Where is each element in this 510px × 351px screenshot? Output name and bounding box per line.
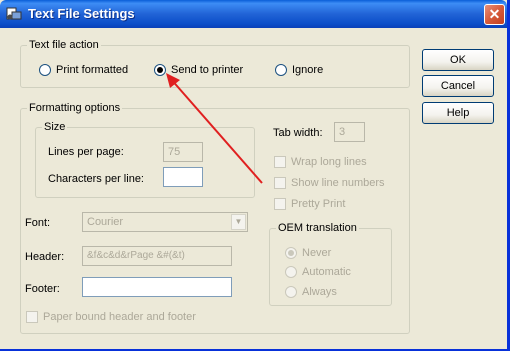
- chevron-down-icon[interactable]: ▼: [231, 214, 246, 230]
- oem-translation-legend: OEM translation: [276, 222, 359, 235]
- dialog-title: Text File Settings: [28, 6, 135, 21]
- radio-oem-automatic-label[interactable]: Automatic: [302, 266, 351, 279]
- wrap-long-lines-checkbox[interactable]: [274, 156, 286, 168]
- radio-print-formatted-label[interactable]: Print formatted: [56, 64, 128, 77]
- tab-width-label: Tab width:: [273, 127, 323, 139]
- header-label: Header:: [25, 251, 65, 263]
- radio-oem-always-label[interactable]: Always: [302, 286, 337, 299]
- pretty-print-checkbox[interactable]: [274, 198, 286, 210]
- paper-bound-label[interactable]: Paper bound header and footer: [43, 311, 196, 324]
- app-icon: [6, 7, 22, 20]
- chars-per-line-label: Characters per line:: [48, 173, 144, 185]
- font-label: Font:: [25, 217, 51, 229]
- ok-button[interactable]: OK: [422, 49, 494, 71]
- size-group: Size: [35, 121, 255, 198]
- cancel-button[interactable]: Cancel: [422, 75, 494, 97]
- radio-oem-never[interactable]: [285, 247, 297, 259]
- font-select-value: Courier: [87, 216, 124, 228]
- text-file-action-legend: Text file action: [27, 39, 101, 52]
- radio-oem-always[interactable]: [285, 286, 297, 298]
- radio-oem-automatic[interactable]: [285, 266, 297, 278]
- help-button[interactable]: Help: [422, 102, 494, 124]
- title-bar[interactable]: Text File Settings ✕: [0, 0, 507, 28]
- tab-width-input[interactable]: 3: [334, 122, 365, 142]
- wrap-long-lines-label[interactable]: Wrap long lines: [291, 156, 367, 169]
- radio-print-formatted[interactable]: [39, 64, 51, 76]
- show-line-numbers-label[interactable]: Show line numbers: [291, 177, 385, 190]
- footer-label: Footer:: [25, 283, 60, 295]
- radio-ignore[interactable]: [275, 64, 287, 76]
- close-icon: ✕: [488, 6, 501, 22]
- paper-bound-checkbox[interactable]: [26, 311, 38, 323]
- radio-ignore-label[interactable]: Ignore: [292, 64, 323, 77]
- text-file-settings-dialog: Text File Settings ✕ Text file action Pr…: [0, 0, 510, 351]
- close-button[interactable]: ✕: [484, 4, 505, 25]
- footer-input[interactable]: [82, 277, 232, 297]
- lines-per-page-input[interactable]: 75: [163, 142, 203, 162]
- header-input[interactable]: &f&c&d&rPage &#(&t): [82, 246, 232, 266]
- lines-per-page-label: Lines per page:: [48, 146, 124, 158]
- formatting-options-legend: Formatting options: [27, 102, 123, 115]
- size-legend: Size: [42, 121, 68, 134]
- font-select[interactable]: Courier ▼: [82, 212, 248, 232]
- radio-oem-never-label[interactable]: Never: [302, 247, 331, 260]
- show-line-numbers-checkbox[interactable]: [274, 177, 286, 189]
- chars-per-line-input[interactable]: [163, 167, 203, 187]
- radio-send-to-printer-label[interactable]: Send to printer: [171, 64, 243, 77]
- pretty-print-label[interactable]: Pretty Print: [291, 198, 345, 211]
- radio-send-to-printer[interactable]: [154, 64, 166, 76]
